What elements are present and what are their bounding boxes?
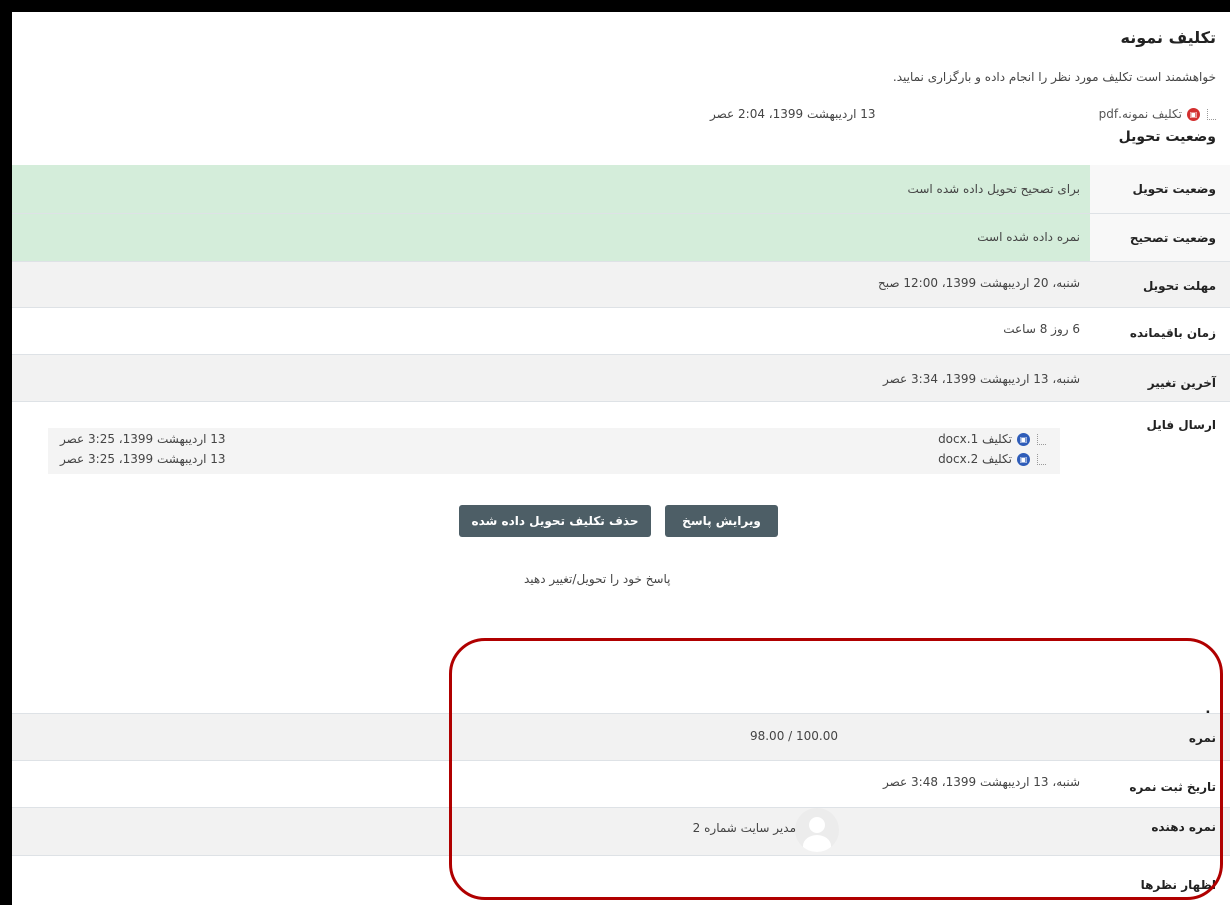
feedback-row-grader: نمره دهنده مدیر سایت شماره 2 xyxy=(12,808,1230,855)
row-value: شنبه، 20 اردیبهشت 1399، 12:00 صبح xyxy=(878,276,1080,290)
row-label: نمره xyxy=(1188,731,1216,745)
pdf-file-icon: ▣ xyxy=(1187,107,1200,121)
page-title: تکلیف نمونه xyxy=(1120,28,1216,47)
status-row-time-remaining: زمان باقیمانده 6 روز 8 ساعت xyxy=(12,308,1230,354)
status-row-grading: وضعیت تصحیح نمره داده شده است xyxy=(12,214,1230,261)
row-label: اظهار نظرها xyxy=(1140,878,1216,892)
row-value: برای تصحیح تحویل داده شده است xyxy=(907,182,1080,196)
row-label: ارسال فایل xyxy=(1146,418,1217,432)
tree-branch-icon xyxy=(1207,108,1216,120)
remove-submission-button[interactable]: حذف تکلیف تحویل داده شده xyxy=(459,505,651,537)
status-row-due-date: مهلت تحویل شنبه، 20 اردیبهشت 1399، 12:00… xyxy=(12,262,1230,307)
file-date: 13 اردیبهشت 1399، 3:25 عصر xyxy=(60,432,226,446)
file-name[interactable]: تکلیف 2.docx xyxy=(938,452,1012,466)
tree-branch-icon xyxy=(1037,453,1046,465)
file-link[interactable]: ▣ تکلیف 1.docx xyxy=(938,432,1046,446)
row-label: نمره دهنده xyxy=(1151,820,1216,834)
grader-name[interactable]: مدیر سایت شماره 2 xyxy=(693,821,796,835)
feedback-row-grade: نمره 100.00 / 98.00 xyxy=(12,714,1230,760)
file-date: 13 اردیبهشت 1399، 3:25 عصر xyxy=(60,452,226,466)
assignment-page: تکلیف نمونه خواهشمند است تکلیف مورد نظر … xyxy=(12,12,1230,905)
status-row-submission: وضعیت تحویل برای تصحیح تحویل داده شده اس… xyxy=(12,165,1230,213)
file-link[interactable]: ▣ تکلیف 2.docx xyxy=(938,452,1046,466)
row-value: نمره داده شده است xyxy=(977,230,1080,244)
feedback-row-comments: اظهار نظرها xyxy=(12,856,1230,905)
grade-value: 100.00 / 98.00 xyxy=(749,729,838,743)
submission-note: پاسخ خود را تحویل/تغییر دهید xyxy=(524,572,671,586)
graded-on-value: شنبه، 13 اردیبهشت 1399، 3:48 عصر xyxy=(883,775,1080,789)
assignment-intro: خواهشمند است تکلیف مورد نظر را انجام داد… xyxy=(892,70,1216,84)
attachment-link[interactable]: ▣ تکلیف نمونه.pdf xyxy=(1099,107,1216,121)
attachment-name[interactable]: تکلیف نمونه.pdf xyxy=(1099,107,1182,121)
status-row-last-modified: آخرین تغییر شنبه، 13 اردیبهشت 1399، 3:34… xyxy=(12,355,1230,401)
feedback-row-graded-on: تاریخ ثبت نمره شنبه، 13 اردیبهشت 1399، 3… xyxy=(12,761,1230,807)
attachment-date: 13 اردیبهشت 1399، 2:04 عصر xyxy=(710,107,876,121)
row-label: مهلت تحویل xyxy=(1142,279,1216,293)
file-name[interactable]: تکلیف 1.docx xyxy=(938,432,1012,446)
row-value: شنبه، 13 اردیبهشت 1399، 3:34 عصر xyxy=(883,372,1080,386)
row-value: 6 روز 8 ساعت xyxy=(1003,322,1080,336)
doc-file-icon: ▣ xyxy=(1017,452,1030,466)
tree-branch-icon xyxy=(1037,433,1046,445)
row-label: تاریخ ثبت نمره xyxy=(1129,780,1216,794)
grader-avatar xyxy=(795,808,839,852)
row-label: وضعیت تحویل xyxy=(1132,182,1216,196)
row-label: زمان باقیمانده xyxy=(1129,326,1216,340)
submission-status-heading: وضعیت تحویل xyxy=(1118,129,1216,145)
submitted-files-list: ▣ تکلیف 1.docx 13 اردیبهشت 1399، 3:25 عص… xyxy=(48,428,1060,474)
row-label: وضعیت تصحیح xyxy=(1129,231,1216,245)
edit-submission-button[interactable]: ویرایش پاسخ xyxy=(665,505,778,537)
row-label: آخرین تغییر xyxy=(1147,376,1216,390)
doc-file-icon: ▣ xyxy=(1017,432,1030,446)
